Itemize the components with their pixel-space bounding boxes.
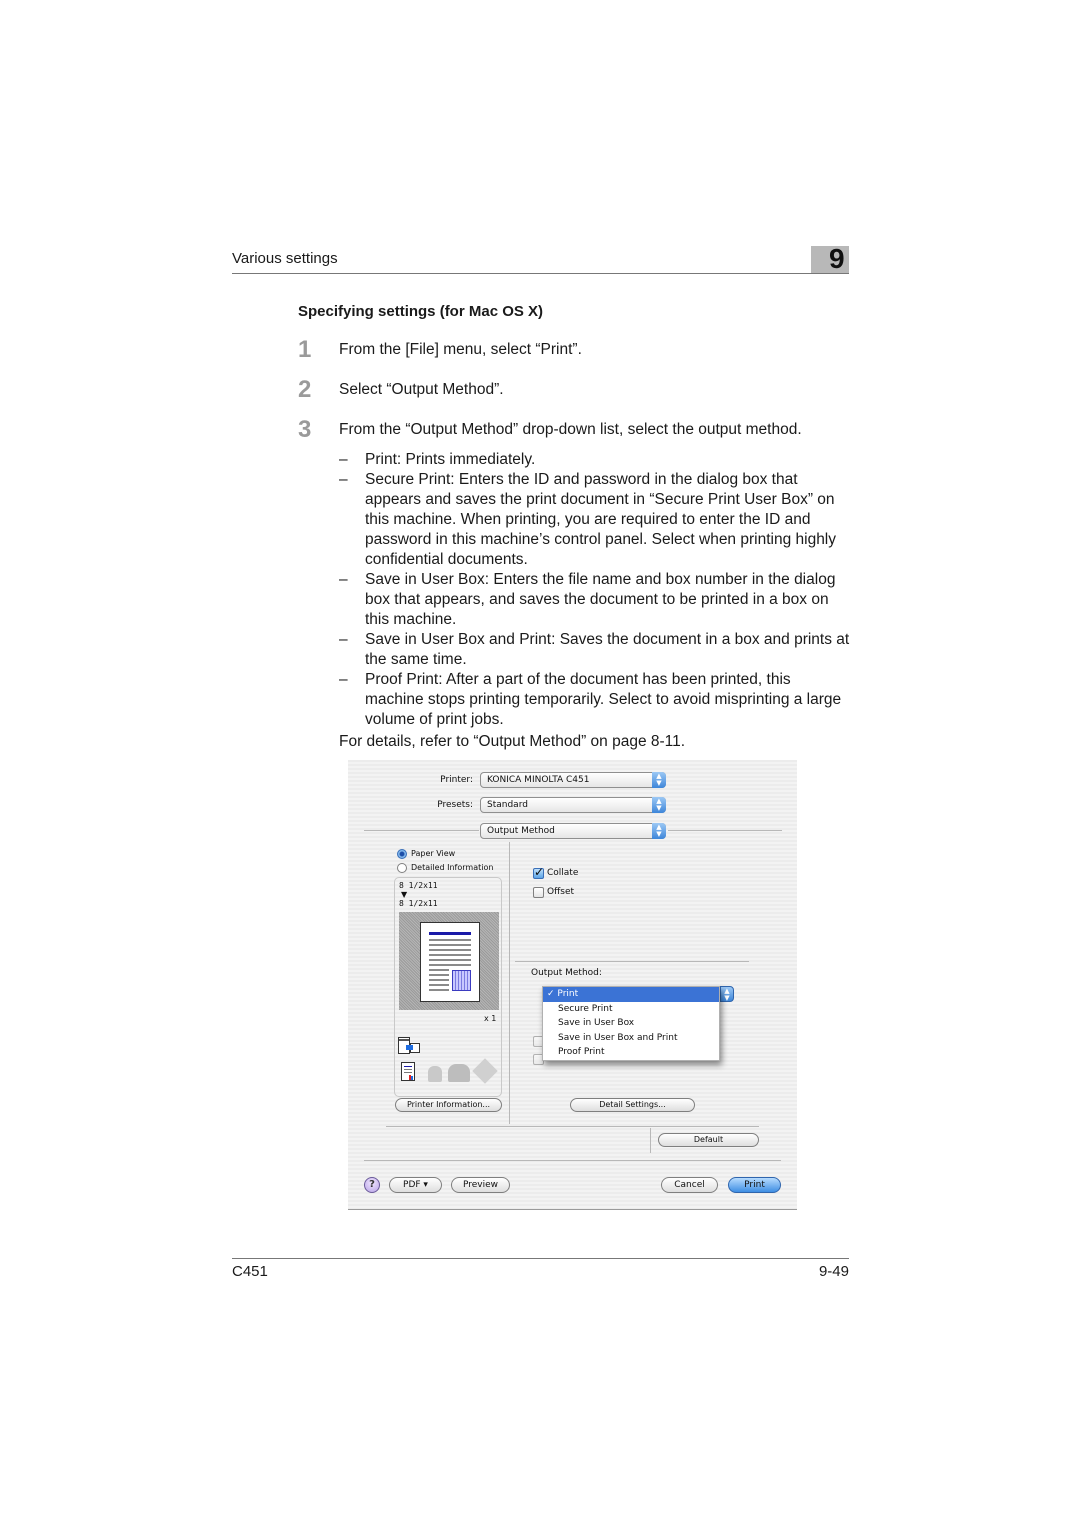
preview-title-line (429, 932, 471, 935)
copies-count: x 1 (484, 1014, 497, 1023)
preview-chart-icon (452, 970, 471, 991)
step-number-3: 3 (298, 416, 312, 443)
preview-button[interactable]: Preview (451, 1177, 510, 1193)
detail-settings-button[interactable]: Detail Settings... (570, 1098, 695, 1112)
separator (386, 1126, 759, 1127)
preview-text-line (429, 979, 449, 981)
preview-text-line (429, 959, 471, 961)
default-button[interactable]: Default (658, 1133, 759, 1147)
paper-size-from: 8 1/2x11 (399, 881, 438, 890)
paper-size-to: 8 1/2x11 (399, 899, 438, 908)
presets-label: Presets: (437, 800, 473, 810)
preview-text-line (429, 944, 471, 946)
output-method-descriptions: – Print: Prints immediately. – Secure Prin… (339, 450, 851, 730)
preview-text-line (429, 949, 471, 951)
menu-item-save-in-user-box[interactable]: Save in User Box (543, 1016, 719, 1031)
detailed-information-radio[interactable] (397, 863, 407, 873)
paper-view-radio[interactable] (397, 849, 407, 859)
preview-text-line (429, 989, 449, 991)
bullet-proof-print: – Proof Print: After a part of the docume… (339, 670, 851, 730)
pane-divider (509, 842, 510, 1124)
bullet-save-in-user-box: – Save in User Box: Enters the file name … (339, 570, 851, 630)
preview-text-line (429, 939, 471, 941)
bullet-dash: – (339, 631, 348, 648)
printer-select[interactable]: KONICA MINOLTA C451 ▲ ▼ (480, 772, 666, 788)
bullet-dash: – (339, 471, 348, 488)
preview-text-line (429, 984, 449, 986)
popup-arrows-icon: ▲ ▼ (652, 772, 666, 788)
bullet-text: Print: Prints immediately. (365, 451, 536, 468)
transfer-icon (398, 1037, 420, 1055)
section-title: Specifying settings (for Mac OS X) (298, 303, 544, 320)
preview-text-line (429, 964, 471, 966)
footer-page-number: 9-49 (818, 1263, 849, 1280)
bullet-save-and-print: – Save in User Box and Print: Saves the d… (339, 630, 851, 670)
presets-select-value: Standard (487, 800, 528, 810)
help-button[interactable]: ? (364, 1177, 380, 1193)
print-dialog: Printer: KONICA MINOLTA C451 ▲ ▼ Presets:… (348, 760, 797, 1210)
cancel-button[interactable]: Cancel (661, 1177, 718, 1193)
pdf-button[interactable]: PDF ▾ (389, 1177, 442, 1193)
bullet-dash: – (339, 451, 348, 468)
preview-text-line (429, 954, 471, 956)
paper-preview-page (420, 922, 480, 1002)
collate-label: Collate (547, 868, 579, 878)
bullet-secure-print: – Secure Print: Enters the ID and passwor… (339, 470, 851, 570)
arrow-down-icon: ▼ (401, 890, 408, 899)
bullet-text: Save in User Box: Enters the file name a… (365, 571, 836, 628)
popup-arrows-icon: ▲ ▼ (652, 797, 666, 813)
menu-item-proof-print[interactable]: Proof Print (543, 1045, 719, 1060)
offset-checkbox[interactable] (533, 887, 544, 898)
step-text-3: From the “Output Method” drop-down list,… (339, 421, 802, 438)
chapter-number: 9 (829, 243, 845, 274)
menu-item-save-in-user-box-and-print[interactable]: Save in User Box and Print (543, 1031, 719, 1046)
presets-select[interactable]: Standard ▲ ▼ (480, 797, 666, 813)
print-button[interactable]: Print (728, 1177, 781, 1193)
preview-text-line (429, 969, 449, 971)
separator (364, 1160, 781, 1161)
user-icon (428, 1066, 442, 1082)
bullet-dash: – (339, 571, 348, 588)
step-text-2: Select “Output Method”. (339, 381, 504, 398)
collate-checkbox[interactable] (533, 865, 544, 879)
panel-select[interactable]: Output Method ▲ ▼ (480, 823, 666, 839)
users-group-icon (448, 1064, 470, 1082)
paper-view-label: Paper View (411, 849, 456, 858)
checkmark-icon: ✓ (547, 989, 555, 999)
offset-label: Offset (547, 887, 575, 897)
menu-item-label: Print (557, 989, 579, 999)
running-header-title: Various settings (232, 250, 338, 267)
menu-item-print[interactable]: ✓ Print (543, 987, 719, 1002)
preview-text-line (429, 974, 449, 976)
bullet-dash: – (339, 671, 348, 688)
footer-model: C451 (232, 1263, 268, 1280)
output-method-dropdown-menu[interactable]: ✓ Print Secure Print Save in User Box Sa… (542, 986, 720, 1061)
header-rule (232, 273, 849, 274)
reference-text: For details, refer to “Output Method” on… (339, 733, 686, 750)
printer-information-button[interactable]: Printer Information... (395, 1098, 502, 1112)
bullet-text: Secure Print: Enters the ID and password… (365, 471, 837, 568)
bullet-text: Save in User Box and Print: Saves the do… (365, 631, 850, 668)
footer-rule (232, 1258, 849, 1259)
step-number-2: 2 (298, 376, 312, 403)
report-icon (401, 1062, 415, 1081)
step-text-1: From the [File] menu, select “Print”. (339, 341, 582, 358)
output-method-label: Output Method: (531, 968, 602, 978)
printer-label: Printer: (440, 775, 473, 785)
panel-select-value: Output Method (487, 826, 555, 836)
bullet-print: – Print: Prints immediately. (339, 450, 851, 470)
separator (515, 961, 749, 962)
separator (668, 830, 782, 831)
detailed-information-label: Detailed Information (411, 863, 494, 872)
divider (650, 1128, 651, 1153)
popup-arrows-icon: ▲ ▼ (652, 823, 666, 839)
separator (364, 830, 479, 831)
printer-select-value: KONICA MINOLTA C451 (487, 775, 590, 785)
popup-arrows-icon: ▲ ▼ (720, 986, 734, 1002)
step-number-1: 1 (298, 336, 312, 363)
menu-item-secure-print[interactable]: Secure Print (543, 1002, 719, 1017)
bullet-text: Proof Print: After a part of the documen… (365, 671, 842, 728)
